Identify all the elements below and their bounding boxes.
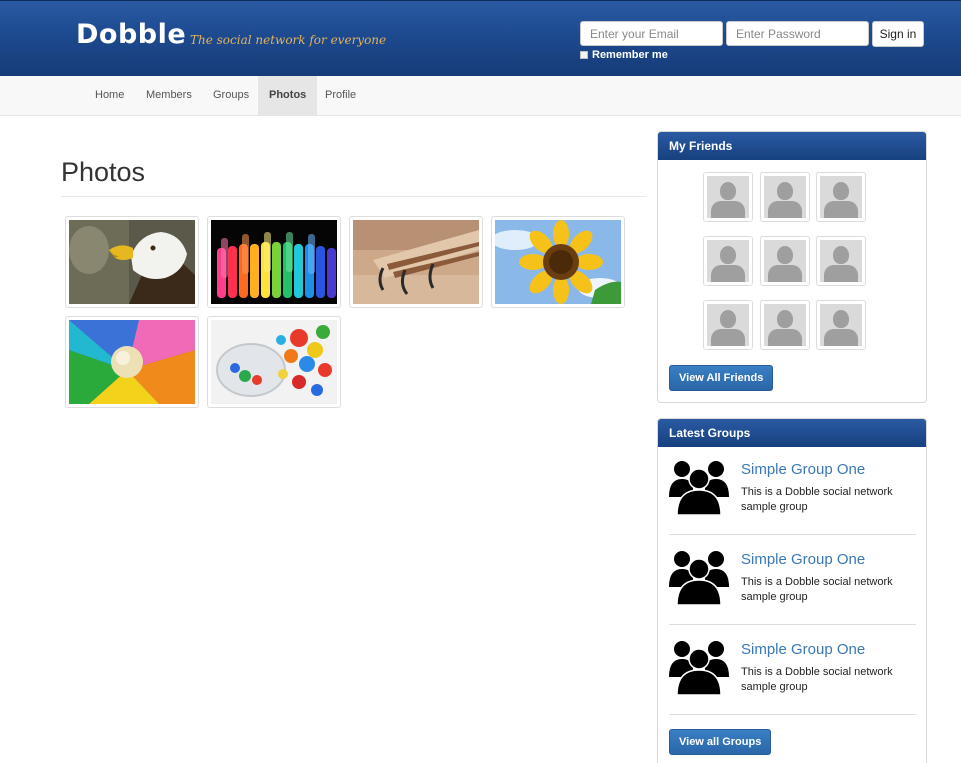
friends-panel-title: My Friends — [658, 132, 926, 160]
email-input[interactable] — [580, 21, 723, 46]
nav-photos[interactable]: Photos — [258, 76, 318, 115]
site-logo[interactable]: Dobble — [76, 19, 186, 50]
group-description: This is a Dobble social network sample g… — [741, 666, 893, 693]
group-name-link[interactable]: Simple Group One — [741, 551, 865, 568]
group-description: This is a Dobble social network sample g… — [741, 576, 893, 603]
group-icon — [669, 551, 729, 605]
photo-thumbnail[interactable] — [349, 216, 483, 308]
remember-me-label: Remember me — [592, 49, 668, 61]
friend-avatar[interactable] — [703, 236, 753, 286]
friend-avatar[interactable] — [760, 172, 810, 222]
nav-members[interactable]: Members — [135, 76, 203, 115]
photo-thumbnail[interactable] — [65, 316, 199, 408]
nav-groups[interactable]: Groups — [202, 76, 260, 115]
password-input[interactable] — [726, 21, 869, 46]
view-all-friends-button[interactable]: View All Friends — [669, 365, 774, 391]
nav-home[interactable]: Home — [84, 76, 135, 115]
remember-me: Remember me — [580, 49, 668, 61]
photo-thumbnail[interactable] — [207, 316, 341, 408]
photo-test-tubes — [211, 220, 337, 304]
group-icon — [669, 641, 729, 695]
site-tagline: The social network for everyone — [190, 33, 387, 47]
group-divider — [669, 714, 916, 715]
friend-avatar[interactable] — [760, 236, 810, 286]
group-description: This is a Dobble social network sample g… — [741, 486, 893, 513]
group-item: Simple Group One This is a Dobble social… — [669, 535, 916, 625]
photo-marbles — [211, 320, 337, 404]
photo-pinwheel — [69, 320, 195, 404]
page-title: Photos — [61, 157, 146, 187]
friends-panel: My Friends View All Friends — [657, 131, 927, 403]
photo-thumbnail[interactable] — [491, 216, 625, 308]
photo-bench — [353, 220, 479, 304]
signin-button[interactable]: Sign in — [872, 21, 924, 47]
friend-avatar[interactable] — [760, 300, 810, 350]
friend-avatar[interactable] — [703, 300, 753, 350]
friend-avatar[interactable] — [703, 172, 753, 222]
friend-avatar[interactable] — [816, 300, 866, 350]
group-name-link[interactable]: Simple Group One — [741, 461, 865, 478]
group-name-link[interactable]: Simple Group One — [741, 641, 865, 658]
group-item: Simple Group One This is a Dobble social… — [669, 445, 916, 535]
photo-eagle — [69, 220, 195, 304]
remember-me-checkbox[interactable] — [580, 51, 588, 59]
friend-avatar[interactable] — [816, 172, 866, 222]
view-all-groups-button[interactable]: View all Groups — [669, 729, 772, 755]
groups-panel: Latest Groups Simple Group One This is a… — [657, 418, 927, 763]
group-icon — [669, 461, 729, 515]
site-header: Dobble The social network for everyone S… — [0, 0, 961, 76]
photo-thumbnail[interactable] — [207, 216, 341, 308]
title-divider — [61, 196, 646, 197]
photo-thumbnail[interactable] — [65, 216, 199, 308]
main-nav: Home Members Groups Photos Profile — [0, 76, 961, 116]
friend-avatar[interactable] — [816, 236, 866, 286]
group-item: Simple Group One This is a Dobble social… — [669, 625, 916, 715]
groups-panel-title: Latest Groups — [658, 419, 926, 447]
photo-sunflower — [495, 220, 621, 304]
nav-profile[interactable]: Profile — [314, 76, 367, 115]
